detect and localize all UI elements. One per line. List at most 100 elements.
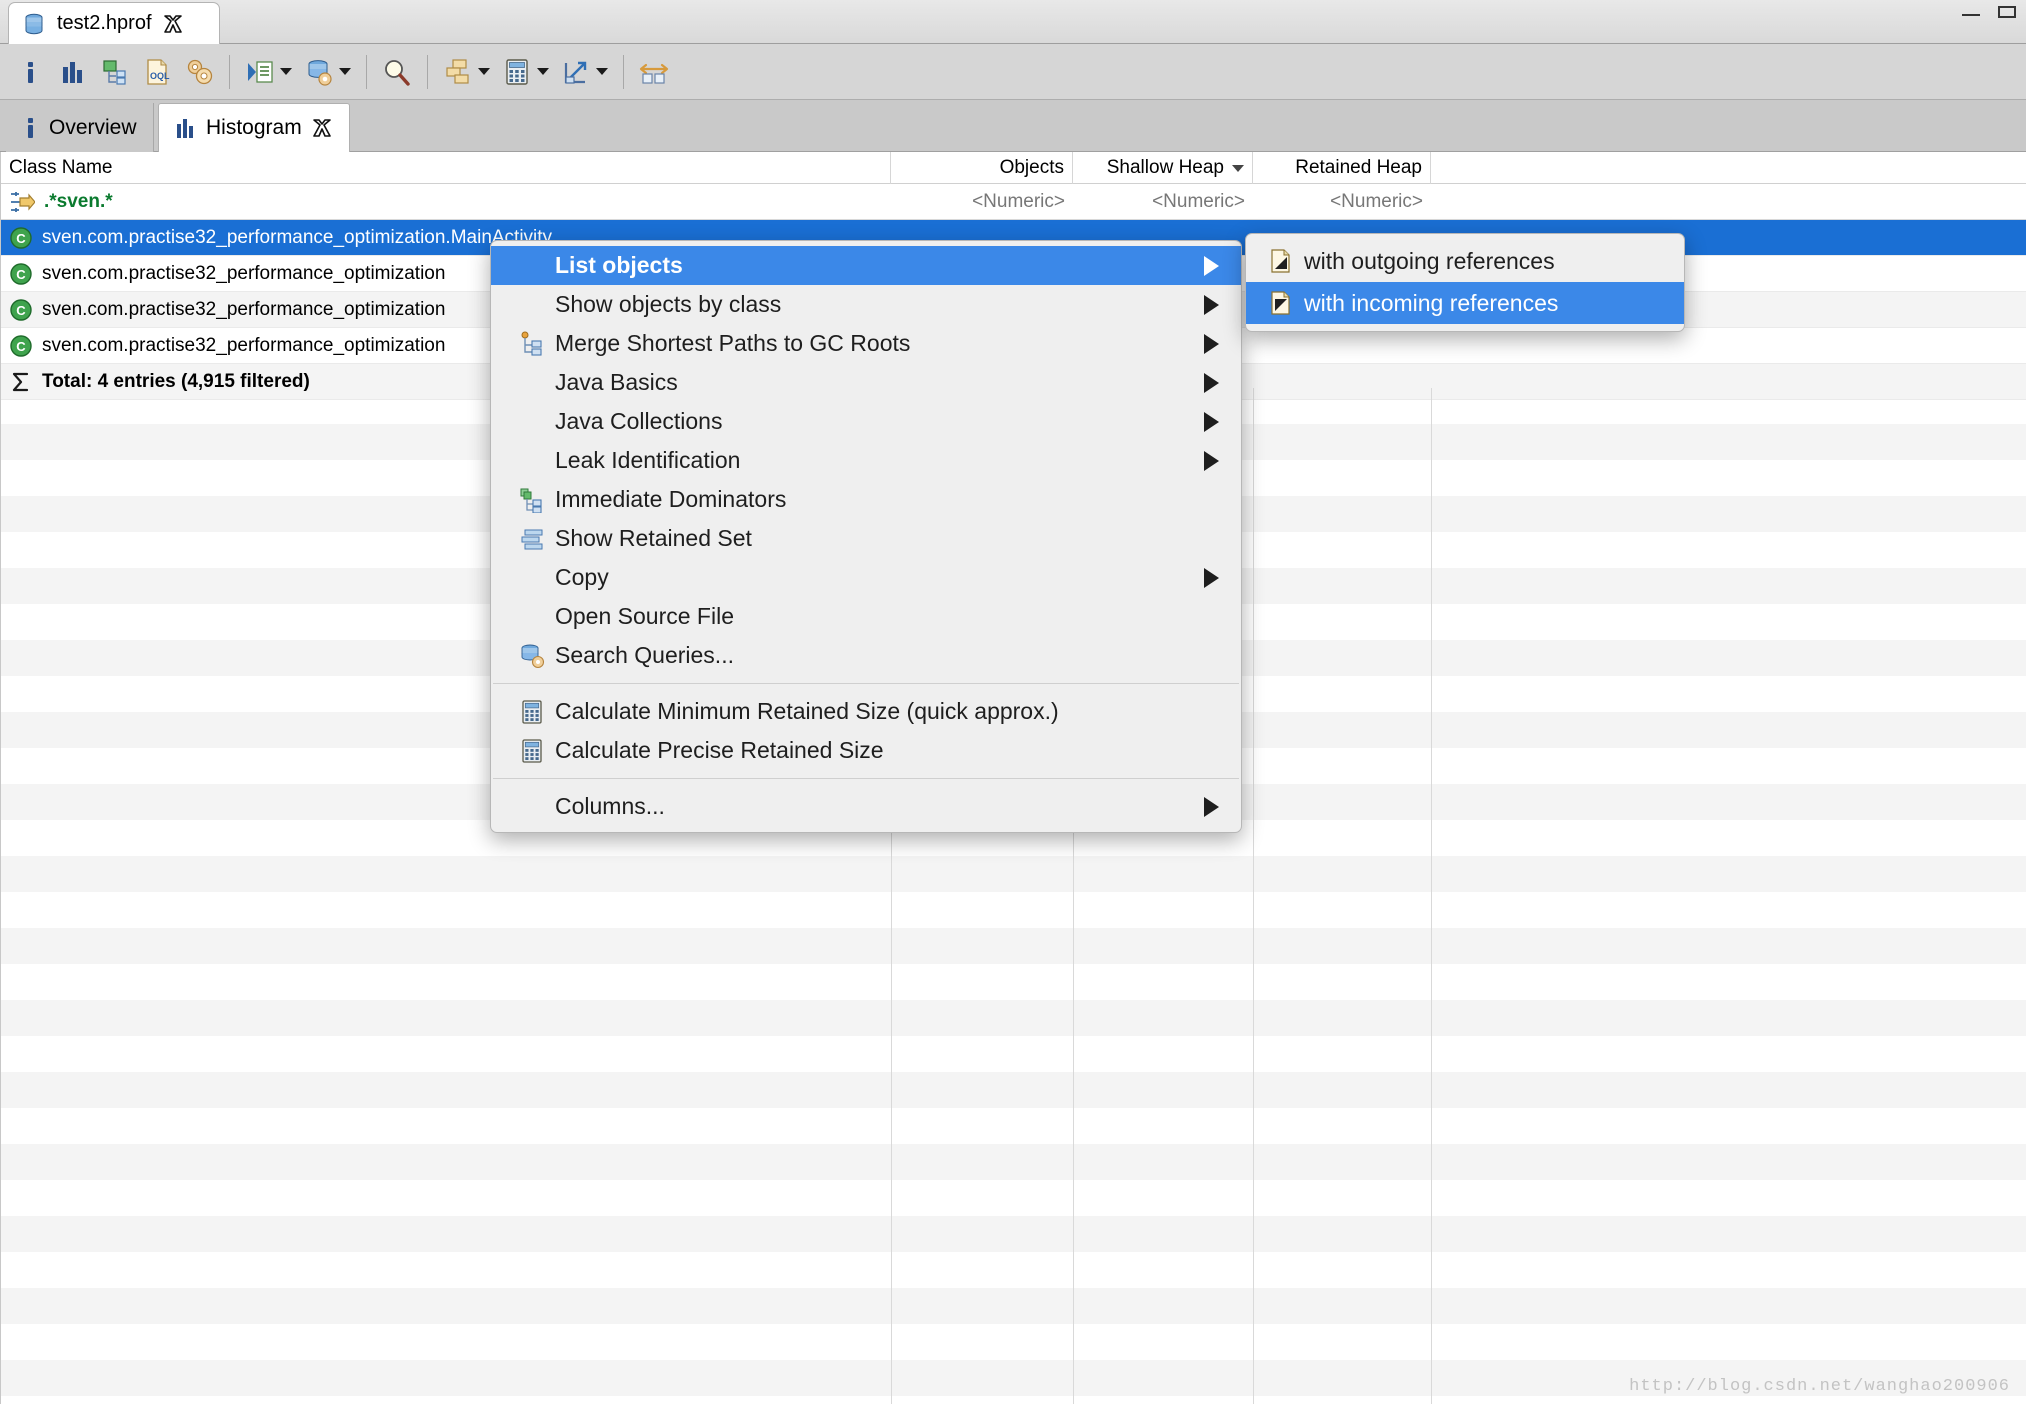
group-by-button[interactable]: [437, 50, 496, 94]
calculator-icon: [502, 57, 532, 87]
dominator-tree-icon: [100, 57, 130, 87]
menu-item-immediate-dominators[interactable]: Immediate Dominators: [491, 480, 1241, 519]
column-header-shallow-heap[interactable]: Shallow Heap: [1073, 152, 1253, 184]
filter-shallow-heap-cell[interactable]: <Numeric>: [1073, 184, 1253, 220]
menu-separator: [493, 683, 1239, 684]
table-header-row: Class Name Objects Shallow Heap Retained…: [1, 152, 2026, 184]
editor-tab-label: test2.hprof: [57, 12, 152, 34]
submenu-arrow-icon: [1204, 450, 1219, 471]
histogram-icon: [58, 57, 88, 87]
column-divider-retained-heap: [1253, 388, 1254, 1404]
overview-info-button[interactable]: [10, 50, 52, 94]
search-queries-icon: [519, 643, 545, 669]
menu-item-label: Leak Identification: [555, 447, 741, 473]
histogram-icon: [175, 116, 197, 140]
window-controls: [1960, 4, 2018, 20]
minimize-button[interactable]: [1960, 4, 1982, 20]
menu-item-show-objects-by-class[interactable]: Show objects by class: [491, 285, 1241, 324]
menu-item-open-source-file[interactable]: Open Source File: [491, 597, 1241, 636]
row-class-name-label: sven.com.practise32_performance_optimiza…: [42, 299, 446, 320]
menu-item-label: Show Retained Set: [555, 525, 752, 551]
chevron-down-icon[interactable]: [478, 68, 490, 75]
chevron-down-icon[interactable]: [339, 68, 351, 75]
heap-dump-overview-button[interactable]: [298, 50, 357, 94]
tab-histogram-label: Histogram: [206, 116, 302, 139]
class-icon: C: [9, 334, 33, 358]
incoming-refs-icon: [1268, 290, 1294, 316]
toolbar-separator-2: [366, 54, 367, 89]
row-class-name-label: sven.com.practise32_performance_optimiza…: [42, 263, 446, 284]
menu-item-label: Java Basics: [555, 369, 678, 395]
export-button[interactable]: [555, 50, 614, 94]
submenu-arrow-icon: [1204, 796, 1219, 817]
editor-tab-strip: test2.hprof: [0, 0, 2026, 44]
submenu-arrow-icon: [1204, 567, 1219, 588]
info-icon: [22, 116, 40, 140]
menu-item-merge-shortest-paths-to-gc-roots[interactable]: Merge Shortest Paths to GC Roots: [491, 324, 1241, 363]
close-icon[interactable]: [162, 13, 184, 35]
dominator-tree-button[interactable]: [94, 50, 136, 94]
menu-item-calculate-minimum-retained-size[interactable]: Calculate Minimum Retained Size (quick a…: [491, 692, 1241, 731]
menu-item-leak-identification[interactable]: Leak Identification: [491, 441, 1241, 480]
menu-item-label: Merge Shortest Paths to GC Roots: [555, 330, 911, 356]
menu-item-label: Columns...: [555, 793, 665, 819]
menu-item-java-basics[interactable]: Java Basics: [491, 363, 1241, 402]
find-button[interactable]: [376, 50, 418, 94]
calculator-icon: [519, 699, 545, 725]
column-header-class-name[interactable]: Class Name: [1, 152, 891, 184]
menu-item-copy[interactable]: Copy: [491, 558, 1241, 597]
class-icon: C: [9, 262, 33, 286]
toolbar-separator-3: [427, 54, 428, 89]
submenu-arrow-icon: [1204, 255, 1219, 276]
submenu-arrow-icon: [1204, 333, 1219, 354]
table-filter-row[interactable]: .*sven.* <Numeric> <Numeric> <Numeric>: [1, 184, 2026, 220]
menu-item-label: Calculate Minimum Retained Size (quick a…: [555, 698, 1059, 724]
maximize-button[interactable]: [1996, 4, 2018, 20]
chevron-down-icon[interactable]: [280, 68, 292, 75]
filter-objects-cell[interactable]: <Numeric>: [891, 184, 1073, 220]
chevron-down-icon[interactable]: [596, 68, 608, 75]
compare-icon: [639, 57, 669, 87]
magnifier-icon: [382, 57, 412, 87]
gears-icon: [184, 57, 214, 87]
column-header-objects[interactable]: Objects: [891, 152, 1073, 184]
filter-icon: [9, 189, 36, 215]
column-header-filler: [1431, 152, 2026, 184]
histogram-button[interactable]: [52, 50, 94, 94]
submenu-item-with-outgoing-references[interactable]: with outgoing references: [1246, 240, 1684, 282]
menu-separator: [493, 778, 1239, 779]
heap-dump-icon: [21, 11, 47, 37]
menu-item-java-collections[interactable]: Java Collections: [491, 402, 1241, 441]
leak-report-button[interactable]: [178, 50, 220, 94]
editor-tab-test2-hprof[interactable]: test2.hprof: [8, 2, 220, 44]
close-icon[interactable]: [311, 117, 333, 139]
menu-item-list-objects[interactable]: List objects: [491, 246, 1241, 285]
column-header-retained-heap[interactable]: Retained Heap: [1253, 152, 1431, 184]
menu-item-show-retained-set[interactable]: Show Retained Set: [491, 519, 1241, 558]
menu-item-label: Java Collections: [555, 408, 723, 434]
submenu-item-label: with outgoing references: [1304, 247, 1555, 274]
oql-button[interactable]: OQL: [136, 50, 178, 94]
submenu-item-with-incoming-references[interactable]: with incoming references: [1246, 282, 1684, 324]
retained-set-icon: [519, 526, 545, 552]
submenu-item-label: with incoming references: [1304, 289, 1559, 316]
tab-histogram[interactable]: Histogram: [158, 103, 350, 153]
menu-item-search-queries[interactable]: Search Queries...: [491, 636, 1241, 675]
calculator-button[interactable]: [496, 50, 555, 94]
toolbar-separator-1: [229, 54, 230, 89]
oql-icon: OQL: [142, 57, 172, 87]
row-class-name-label: sven.com.practise32_performance_optimiza…: [42, 227, 553, 248]
filter-retained-heap-cell[interactable]: <Numeric>: [1253, 184, 1431, 220]
chevron-down-icon[interactable]: [537, 68, 549, 75]
immediate-dominators-icon: [519, 487, 545, 514]
column-divider-filler: [1431, 388, 1432, 1404]
menu-item-columns[interactable]: Columns...: [491, 787, 1241, 826]
tab-overview-label: Overview: [49, 115, 137, 139]
compare-button[interactable]: [633, 50, 675, 94]
svg-text:OQL: OQL: [150, 71, 170, 81]
filter-class-name-cell[interactable]: .*sven.*: [1, 184, 891, 220]
open-query-browser-button[interactable]: [239, 50, 298, 94]
menu-item-calculate-precise-retained-size[interactable]: Calculate Precise Retained Size: [491, 731, 1241, 770]
main-toolbar: OQL: [0, 44, 2026, 100]
tab-overview[interactable]: Overview: [6, 103, 154, 152]
